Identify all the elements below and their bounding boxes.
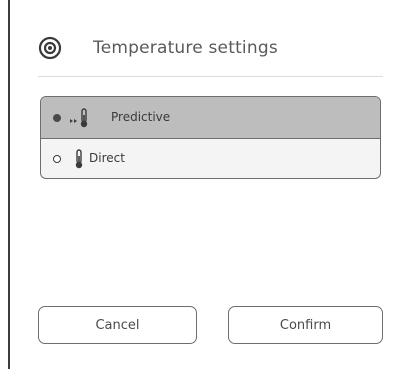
temperature-mode-options: Predictive Direct (40, 96, 381, 179)
dialog-title: Temperature settings (93, 38, 278, 58)
confirm-button[interactable]: Confirm (228, 306, 383, 344)
option-predictive[interactable]: Predictive (41, 97, 380, 139)
option-label-predictive: Predictive (111, 110, 171, 124)
radio-predictive[interactable] (53, 114, 61, 122)
dialog-header: Temperature settings (38, 34, 383, 62)
target-icon (38, 36, 62, 60)
option-label-direct: Direct (89, 151, 125, 165)
option-direct[interactable]: Direct (41, 139, 380, 178)
cancel-button[interactable]: Cancel (38, 306, 197, 344)
header-divider (38, 76, 383, 77)
thermometer-icon (72, 148, 86, 174)
window-left-edge (8, 0, 10, 369)
radio-direct[interactable] (53, 155, 61, 163)
fast-thermometer-icon (67, 107, 97, 133)
